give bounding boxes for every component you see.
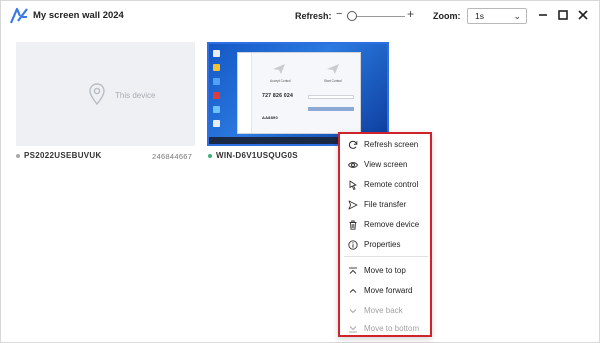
menu-item-view-screen[interactable]: View screen	[344, 156, 428, 174]
device-name-remote: WIN-D6V1USQUG0S	[216, 151, 298, 160]
context-menu: Refresh screen View screen Remote contro…	[338, 132, 432, 337]
menu-item-label: Remote control	[364, 180, 419, 189]
menu-item-label: File transfer	[364, 200, 407, 209]
device-thumbnail-remote[interactable]: Accept Control Start Control 727 826 024…	[207, 42, 389, 146]
remote-id-field	[308, 95, 354, 99]
desktop-icon	[213, 106, 220, 113]
remote-desktop-preview: Accept Control Start Control 727 826 024…	[209, 44, 387, 144]
location-pin-icon	[89, 83, 105, 105]
minimize-icon[interactable]	[536, 8, 550, 22]
menu-item-refresh-screen[interactable]: Refresh screen	[344, 136, 428, 154]
device-id-local: 246844667	[152, 152, 193, 161]
remote-app-sidebar	[238, 53, 252, 133]
trash-icon	[349, 220, 357, 230]
remote-code: 727 826 024	[262, 93, 294, 99]
paper-plane-icon	[273, 64, 285, 74]
remote-password: AA8890	[262, 115, 278, 120]
paper-plane-icon	[327, 64, 339, 74]
menu-item-label: Refresh screen	[364, 140, 419, 149]
close-icon[interactable]	[576, 8, 590, 22]
refresh-slider[interactable]: − +	[335, 7, 417, 23]
desktop-icon	[213, 50, 220, 57]
accept-control-label: Accept Control	[270, 79, 291, 83]
device-name-local: PS2022USEBUVUK	[24, 151, 102, 160]
remote-control-icon	[349, 180, 357, 190]
desktop-icon	[213, 64, 220, 71]
menu-item-file-transfer[interactable]: File transfer	[344, 196, 428, 214]
remote-connect-button	[308, 107, 354, 111]
chevron-down-icon: ⌄	[513, 11, 521, 21]
refresh-label: Refresh:	[295, 11, 332, 21]
move-bottom-icon	[349, 326, 357, 333]
menu-item-label: Move to bottom	[364, 324, 420, 333]
remote-app-window: Accept Control Start Control 727 826 024…	[237, 52, 361, 134]
zoom-label: Zoom:	[433, 11, 461, 21]
move-top-icon	[349, 267, 357, 274]
menu-item-move-to-bottom[interactable]: Move to bottom	[344, 320, 428, 338]
desktop-icon	[213, 92, 220, 99]
send-icon	[348, 200, 358, 210]
desktop-icon	[213, 78, 220, 85]
menu-item-move-forward[interactable]: Move forward	[344, 282, 428, 300]
start-control-label: Start Control	[324, 79, 342, 83]
device-thumbnail-local[interactable]: This device	[16, 42, 195, 146]
slider-thumb[interactable]	[346, 11, 357, 21]
slider-decrease-icon[interactable]: −	[336, 8, 342, 20]
menu-item-label: View screen	[364, 160, 408, 169]
status-dot	[16, 154, 20, 158]
this-device-label: This device	[115, 91, 156, 100]
menu-item-move-to-top[interactable]: Move to top	[344, 262, 428, 280]
chevron-down-icon	[349, 309, 357, 314]
maximize-icon[interactable]	[556, 8, 570, 22]
desktop-icon	[213, 120, 220, 127]
refresh-icon	[348, 140, 358, 149]
chevron-up-icon	[349, 288, 357, 293]
menu-item-properties[interactable]: Properties	[344, 236, 428, 254]
eye-icon	[348, 162, 358, 168]
menu-item-label: Move to top	[364, 266, 406, 275]
menu-item-label: Move back	[364, 306, 403, 315]
menu-item-remove-device[interactable]: Remove device	[344, 216, 428, 234]
menu-item-remote-control[interactable]: Remote control	[344, 176, 428, 194]
zoom-select[interactable]: 1s ⌄	[467, 8, 527, 24]
menu-item-label: Move forward	[364, 286, 413, 295]
app-logo-icon	[10, 7, 28, 24]
info-icon	[348, 240, 358, 250]
status-dot	[208, 154, 212, 158]
menu-separator	[344, 256, 428, 257]
app-window: My screen wall 2024 Refresh: − + Zoom: 1…	[0, 0, 600, 343]
title-bar: My screen wall 2024 Refresh: − + Zoom: 1…	[1, 1, 599, 31]
slider-increase-icon[interactable]: +	[407, 7, 414, 21]
menu-item-move-back[interactable]: Move back	[344, 302, 428, 320]
menu-item-label: Properties	[364, 240, 401, 249]
zoom-value: 1s	[475, 11, 484, 21]
window-title: My screen wall 2024	[33, 10, 124, 21]
menu-item-label: Remove device	[364, 220, 420, 229]
